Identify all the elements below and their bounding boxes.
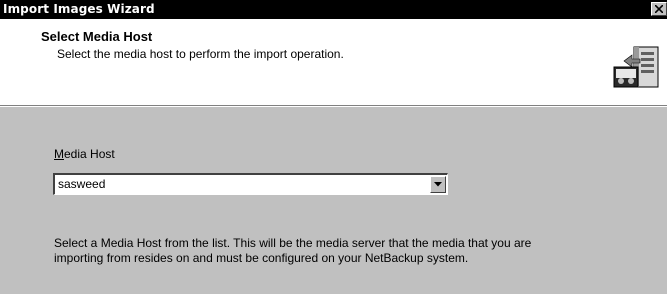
wizard-media-icon [613, 46, 659, 88]
media-host-dropdown-button[interactable] [430, 176, 446, 193]
media-host-value: sasweed [58, 177, 106, 191]
media-host-label-mnemonic: M [54, 147, 64, 161]
import-images-wizard-window: Import Images Wizard Select Media Host S… [0, 0, 667, 294]
close-button[interactable] [651, 2, 667, 16]
media-host-label-text: edia Host [64, 147, 115, 161]
page-title: Select Media Host [41, 29, 153, 44]
media-host-help-text: Select a Media Host from the list. This … [54, 236, 634, 266]
title-bar[interactable]: Import Images Wizard [0, 0, 667, 19]
window-title: Import Images Wizard [3, 2, 155, 16]
help-line-2: importing from resides on and must be co… [54, 251, 469, 265]
help-line-1: Select a Media Host from the list. This … [54, 236, 532, 250]
page-subtitle: Select the media host to perform the imp… [57, 47, 344, 61]
media-host-select[interactable]: sasweed [53, 173, 448, 195]
media-host-label: Media Host [54, 147, 115, 161]
wizard-header: Select Media Host Select the media host … [0, 19, 667, 107]
chevron-down-icon [434, 182, 442, 187]
close-icon [655, 5, 663, 13]
